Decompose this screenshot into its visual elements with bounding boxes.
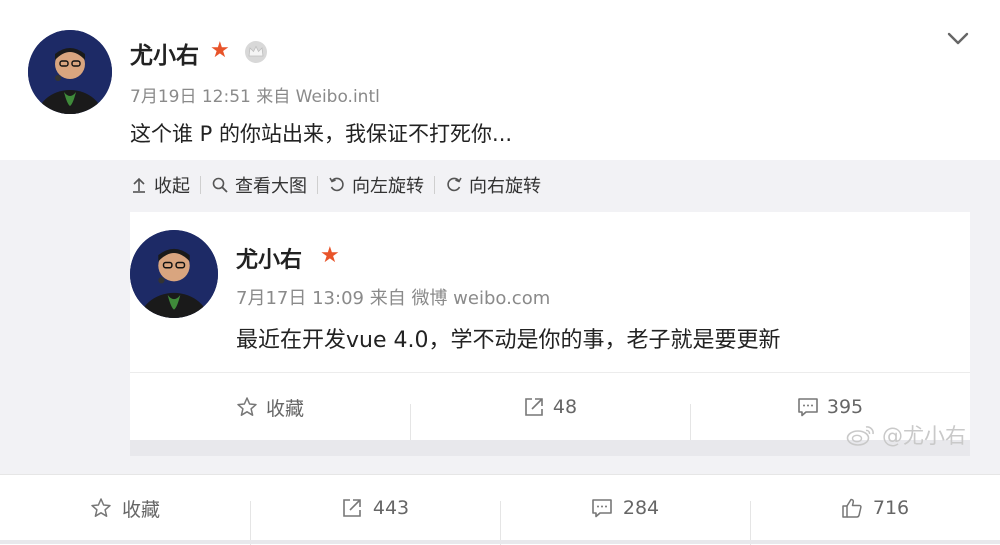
embedded-source-prefix: 来自 bbox=[369, 288, 406, 309]
embedded-date: 7月17日 bbox=[236, 288, 307, 309]
embedded-repost-count: 48 bbox=[552, 396, 578, 418]
comment-button[interactable]: 284 bbox=[500, 497, 750, 545]
search-icon bbox=[212, 177, 228, 193]
post-source[interactable]: Weibo.intl bbox=[296, 87, 380, 107]
like-button[interactable]: 716 bbox=[750, 497, 1000, 545]
weibo-logo-icon bbox=[846, 426, 874, 446]
divider bbox=[130, 440, 970, 456]
rotate-right-button[interactable]: 向右旋转 bbox=[435, 172, 551, 198]
source-prefix: 来自 bbox=[256, 87, 291, 107]
like-count: 716 bbox=[872, 497, 910, 519]
repost-count: 443 bbox=[372, 497, 410, 519]
watermark: @尤小右 bbox=[846, 420, 966, 450]
avatar-image bbox=[28, 30, 112, 114]
chevron-down-icon[interactable] bbox=[944, 24, 972, 52]
crown-icon bbox=[245, 41, 267, 63]
comment-count: 284 bbox=[622, 497, 660, 519]
username[interactable]: 尤小右 bbox=[130, 36, 199, 70]
star-outline-icon bbox=[91, 498, 111, 517]
favorite-label: 收藏 bbox=[121, 498, 160, 521]
view-large-button[interactable]: 查看大图 bbox=[201, 172, 317, 198]
verified-star-icon: ★ bbox=[210, 38, 230, 63]
embedded-source: 微博 weibo.com bbox=[411, 288, 551, 309]
collapse-icon bbox=[133, 177, 145, 193]
embedded-username: 尤小右 bbox=[236, 248, 303, 273]
rotate-left-label: 向左旋转 bbox=[352, 176, 424, 197]
share-icon bbox=[343, 499, 361, 517]
embedded-meta: 7月17日 13:09 来自 微博 weibo.com bbox=[236, 284, 550, 310]
post-meta: 7月19日 12:51 来自 Weibo.intl bbox=[130, 82, 380, 107]
rotate-right-icon bbox=[447, 177, 462, 192]
divider bbox=[0, 540, 1000, 544]
collapse-label: 收起 bbox=[154, 176, 190, 197]
post-text: 这个谁 P 的你站出来，我保证不打死你... bbox=[130, 122, 513, 146]
comment-icon bbox=[798, 398, 818, 417]
image-toolbar: 收起 查看大图 向左旋转 向右旋转 bbox=[130, 172, 551, 198]
embedded-action-bar: 收藏 48 395 bbox=[130, 372, 970, 444]
embedded-text: 最近在开发vue 4.0，学不动是你的事，老子就是要更新 bbox=[236, 328, 781, 353]
verified-star-icon: ★ bbox=[320, 243, 340, 268]
post-header: 尤小右 ★ 7月19日 12:51 来自 Weibo.intl 这个谁 P 的你… bbox=[0, 0, 1000, 160]
post-action-bar: 收藏 443 284 716 bbox=[0, 474, 1000, 545]
embedded-favorite: 收藏 bbox=[130, 394, 410, 421]
repost-button[interactable]: 443 bbox=[250, 497, 500, 545]
view-large-label: 查看大图 bbox=[235, 176, 307, 197]
favorite-button[interactable]: 收藏 bbox=[0, 495, 250, 522]
comment-icon bbox=[592, 499, 612, 518]
rotate-left-icon bbox=[329, 177, 344, 192]
thumbs-up-icon bbox=[842, 498, 862, 518]
embedded-avatar bbox=[130, 230, 218, 318]
avatar[interactable] bbox=[28, 30, 112, 114]
post-date: 7月19日 bbox=[130, 87, 197, 107]
star-outline-icon bbox=[237, 397, 257, 416]
post-time: 12:51 bbox=[201, 87, 251, 107]
avatar-image bbox=[130, 230, 218, 318]
embedded-repost: 48 bbox=[410, 396, 690, 444]
rotate-right-label: 向右旋转 bbox=[469, 176, 541, 197]
embedded-comment: 395 bbox=[690, 396, 970, 444]
watermark-text: @尤小右 bbox=[882, 424, 966, 448]
share-icon bbox=[525, 398, 543, 416]
rotate-left-button[interactable]: 向左旋转 bbox=[318, 172, 434, 198]
embedded-time: 13:09 bbox=[312, 288, 364, 309]
embedded-post-image[interactable]: 尤小右 ★ 7月17日 13:09 来自 微博 weibo.com 最近在开发v… bbox=[130, 212, 970, 456]
embedded-comment-count: 395 bbox=[826, 396, 864, 418]
embedded-favorite-label: 收藏 bbox=[265, 397, 304, 420]
collapse-button[interactable]: 收起 bbox=[130, 172, 200, 198]
